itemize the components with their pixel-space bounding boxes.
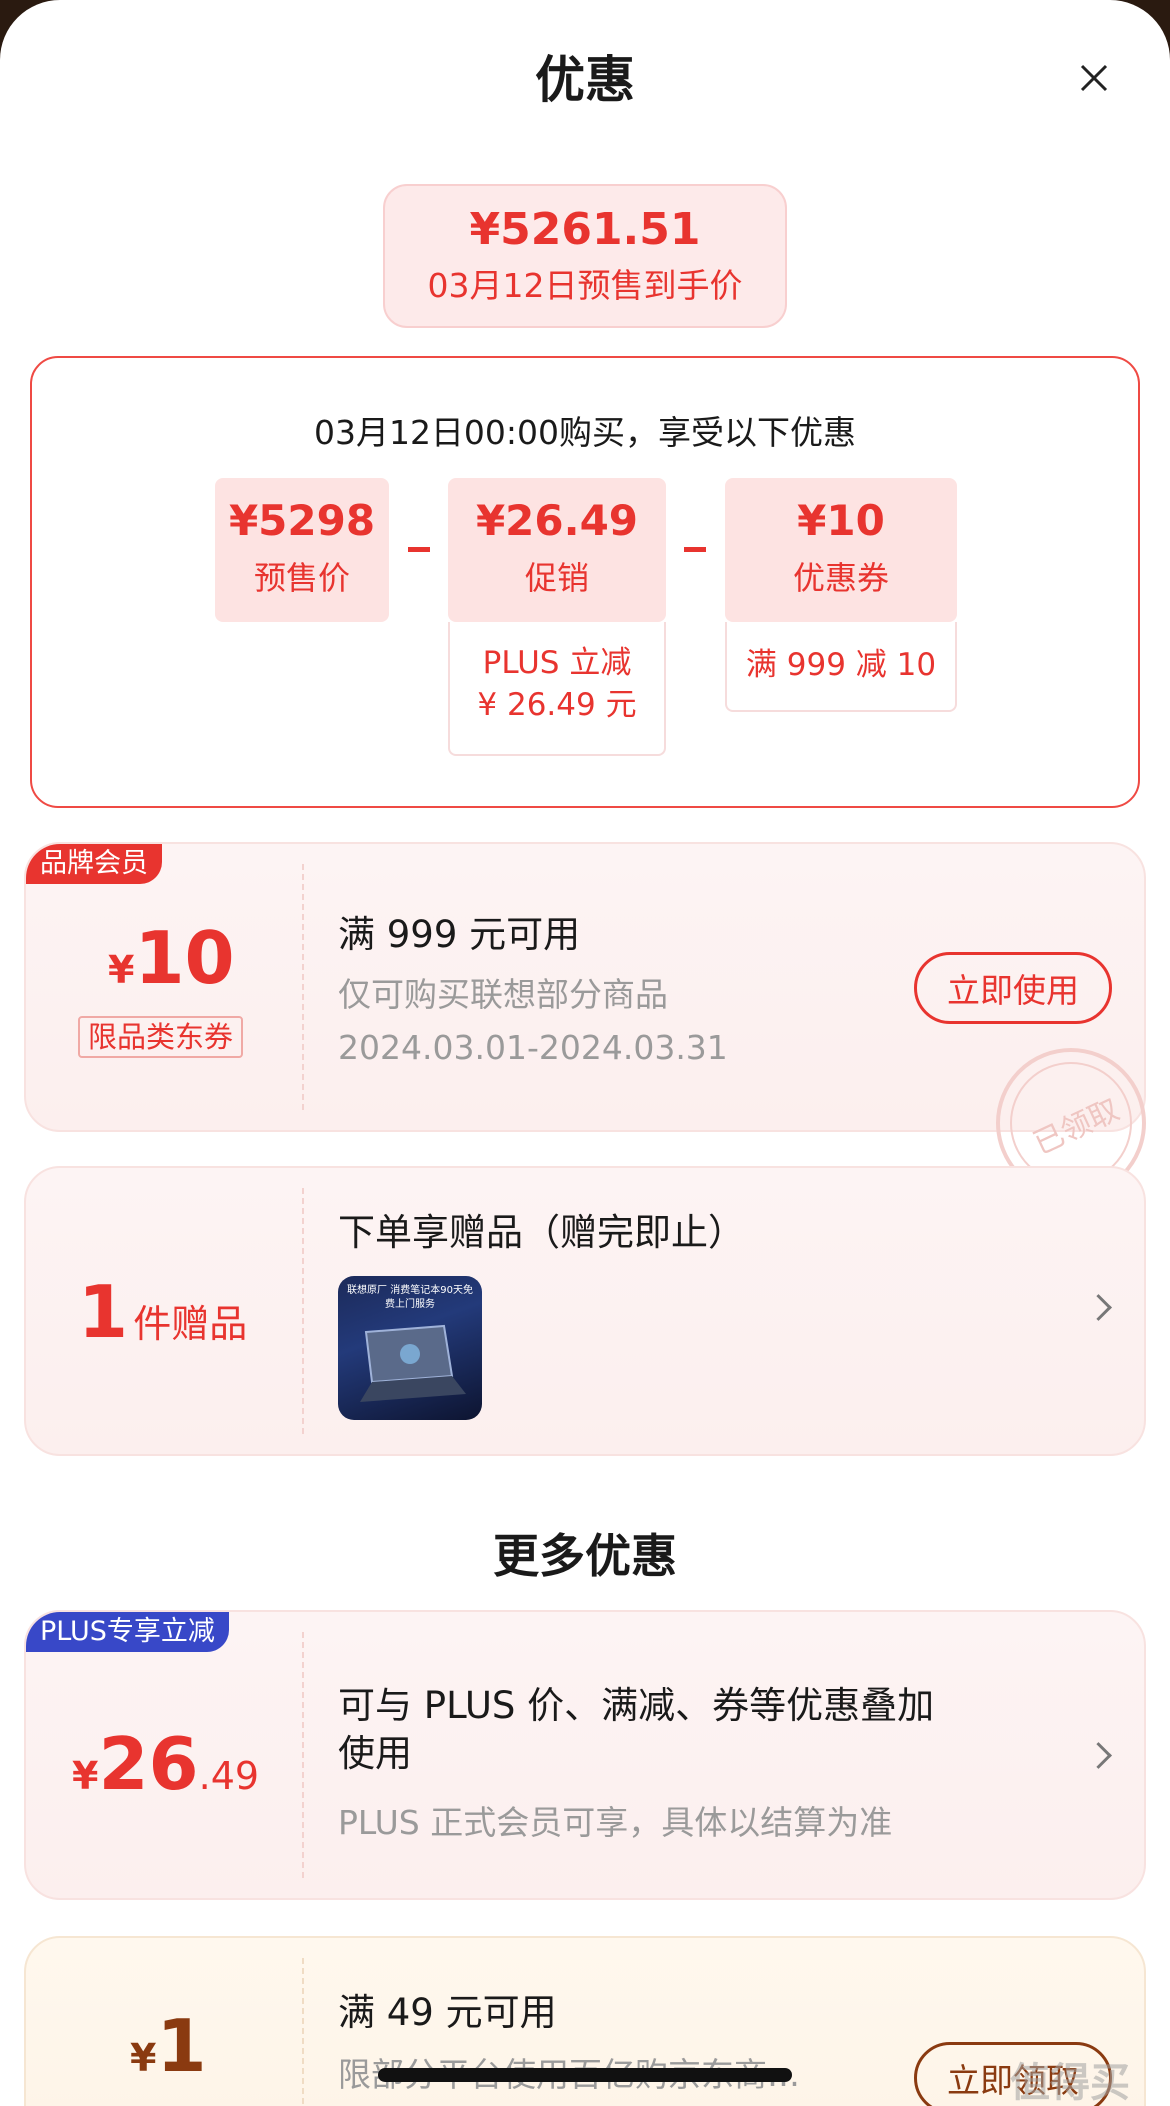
coupon-pill: ¥10 优惠券 xyxy=(725,478,957,622)
use-now-button[interactable]: 立即使用 xyxy=(914,952,1112,1024)
brand-member-tag: 品牌会员 xyxy=(26,844,162,884)
plus-discount-card[interactable]: PLUS专享立减 ¥26.49 可与 PLUS 价、满减、券等优惠叠加 使用 P… xyxy=(24,1610,1146,1900)
promotion-amount: ¥26.49 xyxy=(475,496,639,545)
coupon-label: 优惠券 xyxy=(792,559,889,597)
plus-exclusive-tag: PLUS专享立减 xyxy=(26,1612,229,1652)
coupon-value: ¥10 xyxy=(108,916,235,1000)
presale-price-label: 预售价 xyxy=(253,559,350,597)
plus-value-decimal: .49 xyxy=(198,1754,260,1798)
coupon-detail: 满 999 减 10 xyxy=(725,622,957,712)
gift-count-number: 1 xyxy=(78,1270,129,1354)
coupon-type-label: 限品类东券 xyxy=(78,1016,244,1058)
card-divider xyxy=(302,1188,304,1434)
coupon-value-number: 10 xyxy=(134,916,235,1000)
chevron-right-icon xyxy=(1085,1294,1112,1321)
presale-price-amount: ¥5298 xyxy=(228,496,376,545)
final-price-caption: 03月12日预售到手价 xyxy=(427,266,743,305)
final-price: ¥5261.51 xyxy=(469,204,701,255)
currency-symbol: ¥ xyxy=(108,948,135,992)
coupon-validity-dates: 2024.03.01-2024.03.31 xyxy=(338,1028,728,1067)
final-price-bubble: ¥5261.51 03月12日预售到手价 xyxy=(383,184,787,328)
gift-count-unit: 件赠品 xyxy=(133,1302,248,1346)
small-coupon-title: 满 49 元可用 xyxy=(338,1991,557,2034)
coupon-amount: ¥10 xyxy=(797,496,885,545)
minus-icon xyxy=(408,547,430,552)
small-coupon-value-number: 1 xyxy=(156,2004,207,2088)
chevron-right-icon xyxy=(1085,1742,1112,1769)
promotion-label: 促销 xyxy=(524,559,589,597)
sheet-title: 优惠 xyxy=(535,51,635,109)
gift-thumbnail-caption: 联想原厂 消费笔记本90天免费上门服务 xyxy=(347,1285,473,1310)
plus-discount-value: ¥26.49 xyxy=(72,1722,259,1806)
coupon-title: 满 999 元可用 xyxy=(338,913,581,956)
promotion-detail: PLUS 立减 ¥ 26.49 元 xyxy=(448,622,666,756)
plus-note: PLUS 正式会员可享，具体以结算为准 xyxy=(338,1803,893,1842)
card-divider xyxy=(302,1958,304,2106)
laptop-icon xyxy=(360,1324,466,1402)
promotion-detail-line1: PLUS 立减 xyxy=(482,645,632,681)
plus-value-integer: 26 xyxy=(98,1722,199,1806)
gift-thumbnail: 联想原厂 消费笔记本90天免费上门服务 xyxy=(338,1276,482,1420)
brand-member-coupon-card: 品牌会员 ¥10 限品类东券 满 999 元可用 仅可购买联想部分商品 2024… xyxy=(24,842,1146,1132)
currency-symbol: ¥ xyxy=(130,2036,157,2080)
price-breakdown: 03月12日00:00购买，享受以下优惠 ¥5298 预售价 ¥26.49 促销… xyxy=(30,356,1140,808)
plus-description-line1: 可与 PLUS 价、满减、券等优惠叠加 xyxy=(338,1684,935,1727)
plus-description: 可与 PLUS 价、满减、券等优惠叠加 使用 xyxy=(338,1682,934,1778)
close-icon[interactable] xyxy=(1072,56,1116,100)
coupon-description: 仅可购买联想部分商品 xyxy=(338,975,668,1014)
plus-description-line2: 使用 xyxy=(338,1732,412,1775)
card-divider xyxy=(302,1632,304,1878)
promotion-pill: ¥26.49 促销 xyxy=(448,478,666,622)
minus-icon xyxy=(684,547,706,552)
gift-count: 1 件赠品 xyxy=(78,1270,247,1354)
currency-symbol: ¥ xyxy=(72,1754,99,1798)
more-offers-heading: 更多优惠 xyxy=(493,1529,677,1583)
coupon-detail-line1: 满 999 减 10 xyxy=(745,647,937,683)
coupon-sheet: 优惠 ¥5261.51 03月12日预售到手价 03月12日00:00购买，享受… xyxy=(0,0,1170,2106)
gift-card[interactable]: 1 件赠品 下单享赠品（赠完即止） 联想原厂 消费笔记本90天免费上门服务 xyxy=(24,1166,1146,1456)
card-divider xyxy=(302,864,304,1110)
small-coupon-value: ¥1 xyxy=(130,2004,207,2088)
presale-price-pill: ¥5298 预售价 xyxy=(215,478,389,622)
breakdown-heading: 03月12日00:00购买，享受以下优惠 xyxy=(313,413,857,452)
home-indicator[interactable] xyxy=(378,2068,792,2082)
promotion-detail-line2: ¥ 26.49 元 xyxy=(477,687,637,723)
watermark: 值得买 xyxy=(1010,2060,1130,2106)
gift-title: 下单享赠品（赠完即止） xyxy=(338,1211,745,1254)
